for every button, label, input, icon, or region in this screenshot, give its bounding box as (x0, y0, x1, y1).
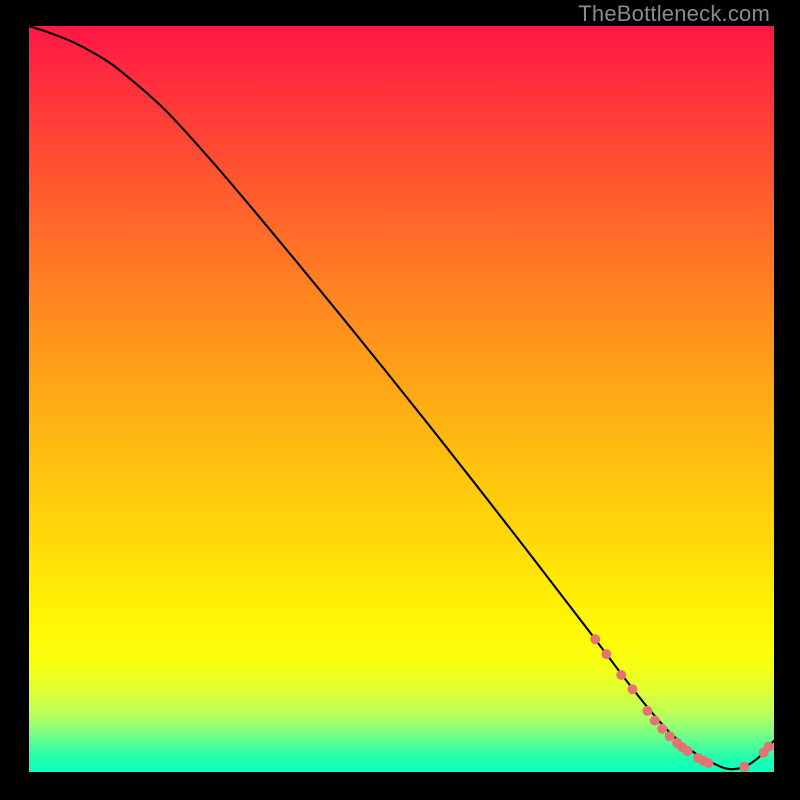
curve-marker-point (657, 724, 667, 734)
curve-marker-point (683, 746, 693, 756)
bottleneck-curve-line (29, 26, 774, 769)
chart-svg (29, 26, 774, 772)
curve-marker-point (665, 731, 675, 741)
curve-markers (590, 634, 774, 772)
curve-marker-point (739, 762, 749, 772)
curve-marker-point (642, 706, 652, 716)
curve-marker-point (703, 758, 713, 768)
curve-marker-point (650, 716, 660, 726)
watermark-text: TheBottleneck.com (578, 1, 770, 27)
curve-marker-point (627, 684, 637, 694)
curve-marker-point (590, 634, 600, 644)
curve-marker-point (616, 670, 626, 680)
curve-marker-point (601, 649, 611, 659)
curve-marker-point (764, 742, 774, 752)
